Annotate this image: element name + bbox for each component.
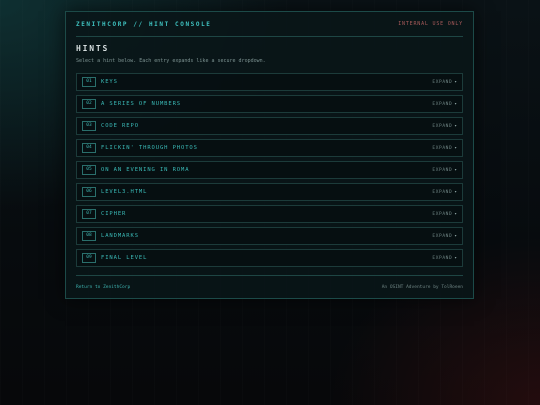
expand-label: EXPAND [432,101,453,107]
hint-title: ON AN EVENING IN ROMA [101,167,190,173]
hint-item-keys[interactable]: 01 KEYS EXPAND ▾ [76,73,463,91]
hint-item-evening-in-roma[interactable]: 05 ON AN EVENING IN ROMA EXPAND ▾ [76,161,463,179]
hint-title: CODE REPO [101,123,139,129]
hint-item-cipher[interactable]: 07 CIPHER EXPAND ▾ [76,205,463,223]
intro-text: Select a hint below. Each entry expands … [76,58,266,64]
expand-label: EXPAND [432,211,453,217]
chevron-down-icon: ▾ [454,211,457,217]
hint-number: 05 [82,165,96,175]
expand-label: EXPAND [432,167,453,173]
return-link[interactable]: Return to ZenithCorp [76,285,130,290]
credit-text: An OSINT Adventure by TolRoeen [381,284,463,290]
brand-title: ZENITHCORP // HINT CONSOLE [76,20,212,28]
hint-number: 09 [82,253,96,263]
hint-title: LANDMARKS [101,233,139,239]
hint-item-code-repo[interactable]: 03 CODE REPO EXPAND ▾ [76,117,463,135]
hint-item-series-of-numbers[interactable]: 02 A SERIES OF NUMBERS EXPAND ▾ [76,95,463,113]
expand-label: EXPAND [432,233,453,239]
chevron-down-icon: ▾ [454,233,457,239]
hint-item-level3-html[interactable]: 06 LEVEL3.HTML EXPAND ▾ [76,183,463,201]
hint-item-flickin-through-photos[interactable]: 04 FLICKIN' THROUGH PHOTOS EXPAND ▾ [76,139,463,157]
hint-list: 01 KEYS EXPAND ▾ 02 A SERIES OF NUMBERS … [76,73,463,271]
internal-badge: INTERNAL USE ONLY [398,21,463,27]
hint-number: 04 [82,143,96,153]
chevron-down-icon: ▾ [454,79,457,85]
page-title: HINTS [76,44,110,53]
console-header: ZENITHCORP // HINT CONSOLE INTERNAL USE … [76,12,463,37]
chevron-down-icon: ▾ [454,255,457,261]
hint-title: CIPHER [101,211,127,217]
hint-title: A SERIES OF NUMBERS [101,101,182,107]
hint-number: 01 [82,77,96,87]
expand-label: EXPAND [432,189,453,195]
expand-label: EXPAND [432,123,453,129]
hint-item-final-level[interactable]: 09 FINAL LEVEL EXPAND ▾ [76,249,463,267]
hint-title: FLICKIN' THROUGH PHOTOS [101,145,198,151]
hint-title: FINAL LEVEL [101,255,148,261]
chevron-down-icon: ▾ [454,167,457,173]
expand-label: EXPAND [432,145,453,151]
chevron-down-icon: ▾ [454,189,457,195]
expand-label: EXPAND [432,79,453,85]
hint-title: KEYS [101,79,118,85]
hint-title: LEVEL3.HTML [101,189,148,195]
hint-console-panel: ZENITHCORP // HINT CONSOLE INTERNAL USE … [65,11,474,299]
hint-number: 06 [82,187,96,197]
expand-label: EXPAND [432,255,453,261]
console-footer: Return to ZenithCorp An OSINT Adventure … [76,275,463,298]
hint-number: 07 [82,209,96,219]
hint-number: 08 [82,231,96,241]
hint-number: 03 [82,121,96,131]
chevron-down-icon: ▾ [454,145,457,151]
chevron-down-icon: ▾ [454,101,457,107]
hint-number: 02 [82,99,96,109]
hint-item-landmarks[interactable]: 08 LANDMARKS EXPAND ▾ [76,227,463,245]
chevron-down-icon: ▾ [454,123,457,129]
